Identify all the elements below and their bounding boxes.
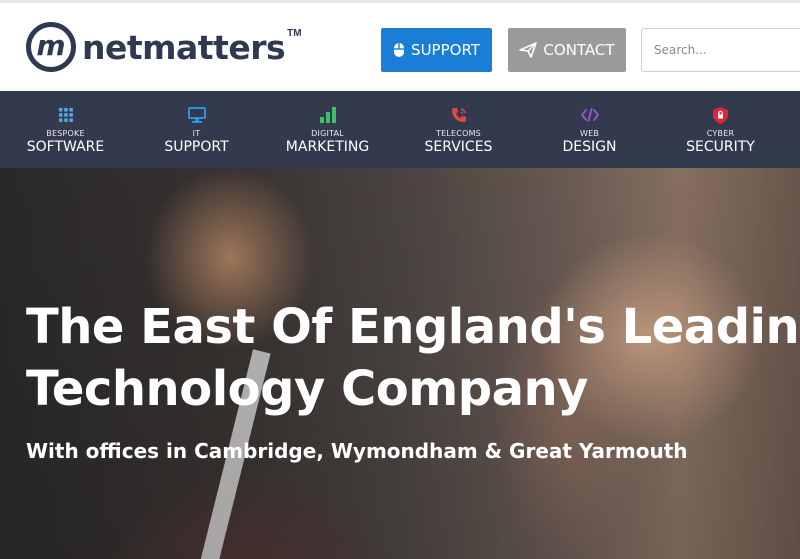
nav-item-small-label: TELECOMS — [436, 129, 481, 138]
nav-item-small-label: IT — [192, 129, 201, 138]
support-button[interactable]: SUPPORT — [381, 28, 492, 72]
bar-chart-icon — [319, 106, 337, 124]
logo-trademark: TM — [287, 27, 302, 39]
nav-item-label: MARKETING — [285, 139, 370, 155]
nav-item-small-label: CYBER — [706, 129, 735, 138]
mouse-icon — [394, 43, 405, 57]
hero-subtitle: With offices in Cambridge, Wymondham & G… — [26, 439, 688, 463]
search-input[interactable] — [641, 28, 800, 72]
hero-title: The East Of England's Leading Technology… — [26, 296, 800, 420]
nav-item-web-design[interactable]: WEB DESIGN — [524, 91, 655, 168]
hero-title-line-1: The East Of England's Leading — [26, 299, 800, 355]
logo-mark: m — [26, 22, 76, 72]
nav-item-small-label: BESPOKE — [46, 129, 85, 138]
contact-button-label: CONTACT — [543, 41, 615, 59]
code-icon — [580, 106, 599, 124]
nav-item-label: SERVICES — [424, 139, 493, 155]
support-button-label: SUPPORT — [411, 41, 480, 59]
netmatters-logo[interactable]: m netmatters TM — [26, 20, 302, 74]
hero-banner: The East Of England's Leading Technology… — [0, 168, 800, 559]
nav-item-label: SUPPORT — [164, 139, 229, 155]
paper-plane-icon — [519, 42, 538, 58]
monitor-icon — [187, 106, 206, 124]
logo-text: netmatters — [82, 27, 286, 67]
contact-button[interactable]: CONTACT — [508, 28, 626, 72]
phone-icon — [450, 106, 468, 124]
main-nav: BESPOKE SOFTWARE IT SUPPORT DIGITAL MARK… — [0, 91, 800, 168]
hero-title-line-2: Technology Company — [26, 361, 588, 417]
shield-icon — [712, 106, 730, 124]
nav-item-bespoke-software[interactable]: BESPOKE SOFTWARE — [0, 91, 131, 168]
nav-item-label: SOFTWARE — [26, 139, 105, 155]
nav-item-small-label: DIGITAL — [311, 129, 344, 138]
logo-mark-letter: m — [36, 28, 66, 62]
grid-icon — [57, 106, 75, 124]
nav-item-small-label: WEB — [579, 129, 600, 138]
nav-item-it-support[interactable]: IT SUPPORT — [131, 91, 262, 168]
site-header: m netmatters TM SUPPORT CONTACT — [0, 0, 800, 91]
nav-item-label: SECURITY — [686, 139, 755, 155]
nav-item-telecoms-services[interactable]: TELECOMS SERVICES — [393, 91, 524, 168]
nav-item-cyber-security[interactable]: CYBER SECURITY — [655, 91, 786, 168]
nav-item-digital-marketing[interactable]: DIGITAL MARKETING — [262, 91, 393, 168]
nav-item-label: DESIGN — [562, 139, 617, 155]
